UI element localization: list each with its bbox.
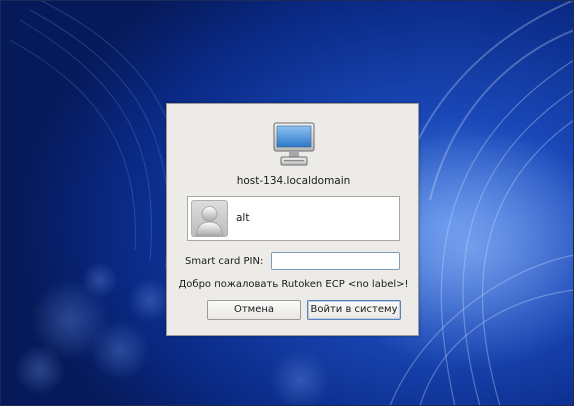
- cancel-button[interactable]: Отмена: [207, 300, 301, 320]
- user-list-item[interactable]: alt: [190, 199, 397, 238]
- hostname-label: host-134.localdomain: [236, 175, 351, 187]
- user-list[interactable]: alt: [187, 196, 400, 241]
- welcome-message: Добро пожаловать Rutoken ECP <no label>!: [178, 279, 409, 290]
- user-avatar-icon: [191, 200, 228, 237]
- login-button[interactable]: Войти в систему: [307, 300, 401, 320]
- login-dialog: host-134.localdomain alt Smart card PIN:…: [166, 103, 419, 336]
- computer-icon: [273, 122, 315, 166]
- smart-card-pin-label: Smart card PIN:: [185, 256, 264, 267]
- smart-card-pin-input[interactable]: [271, 252, 400, 270]
- user-name: alt: [236, 212, 250, 224]
- desktop-screen: host-134.localdomain alt Smart card PIN:…: [0, 0, 574, 406]
